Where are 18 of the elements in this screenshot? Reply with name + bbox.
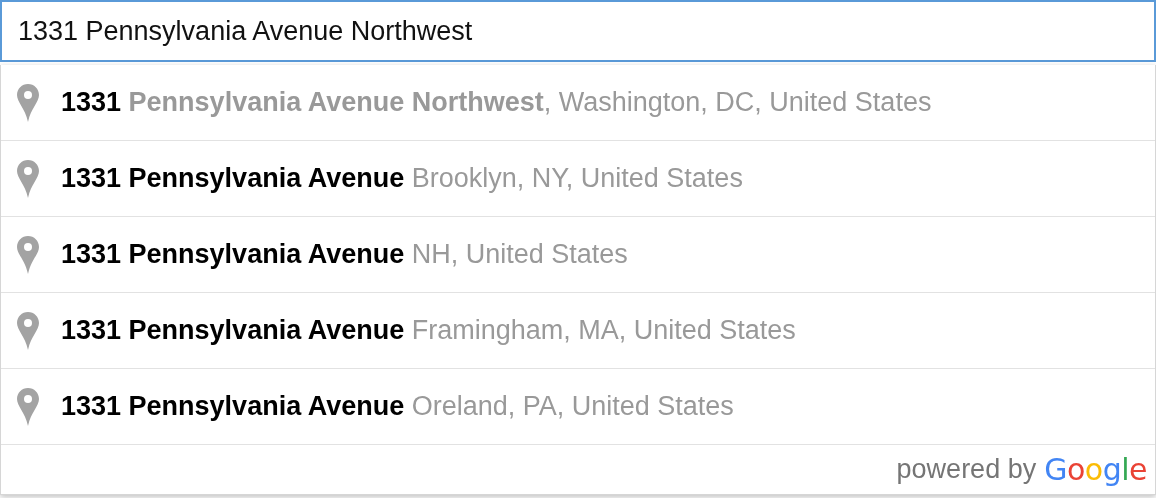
map-pin-icon: [17, 159, 39, 198]
powered-by-text: powered by: [896, 454, 1037, 485]
suggestion-item[interactable]: 1331 Pennsylvania Avenue Framingham, MA, United States: [1, 293, 1155, 369]
suggestion-item[interactable]: 1331 Pennsylvania Avenue NH, United States: [1, 217, 1155, 293]
map-pin-icon: [17, 83, 39, 122]
google-logo: Google: [1044, 452, 1147, 487]
map-pin-icon: [17, 235, 39, 274]
map-pin-icon: [17, 311, 39, 350]
suggestion-item[interactable]: 1331 Pennsylvania Avenue Oreland, PA, United States: [1, 369, 1155, 445]
suggestion-text: 1331 Pennsylvania Avenue Oreland, PA, United States: [61, 391, 734, 422]
suggestion-text: 1331 Pennsylvania Avenue NH, United States: [61, 239, 628, 270]
suggestion-text: 1331 Pennsylvania Avenue Northwest, Washington, DC, United States: [61, 87, 932, 118]
suggestion-text: 1331 Pennsylvania Avenue Framingham, MA, United States: [61, 315, 796, 346]
address-field[interactable]: 1331 Pennsylvania Avenue Northwest: [0, 0, 1156, 62]
suggestion-text: 1331 Pennsylvania Avenue Brooklyn, NY, United States: [61, 163, 743, 194]
suggestion-item[interactable]: 1331 Pennsylvania Avenue Northwest, Washington, DC, United States: [1, 65, 1155, 141]
map-pin-icon: [17, 387, 39, 426]
suggestion-item[interactable]: 1331 Pennsylvania Avenue Brooklyn, NY, United States: [1, 141, 1155, 217]
